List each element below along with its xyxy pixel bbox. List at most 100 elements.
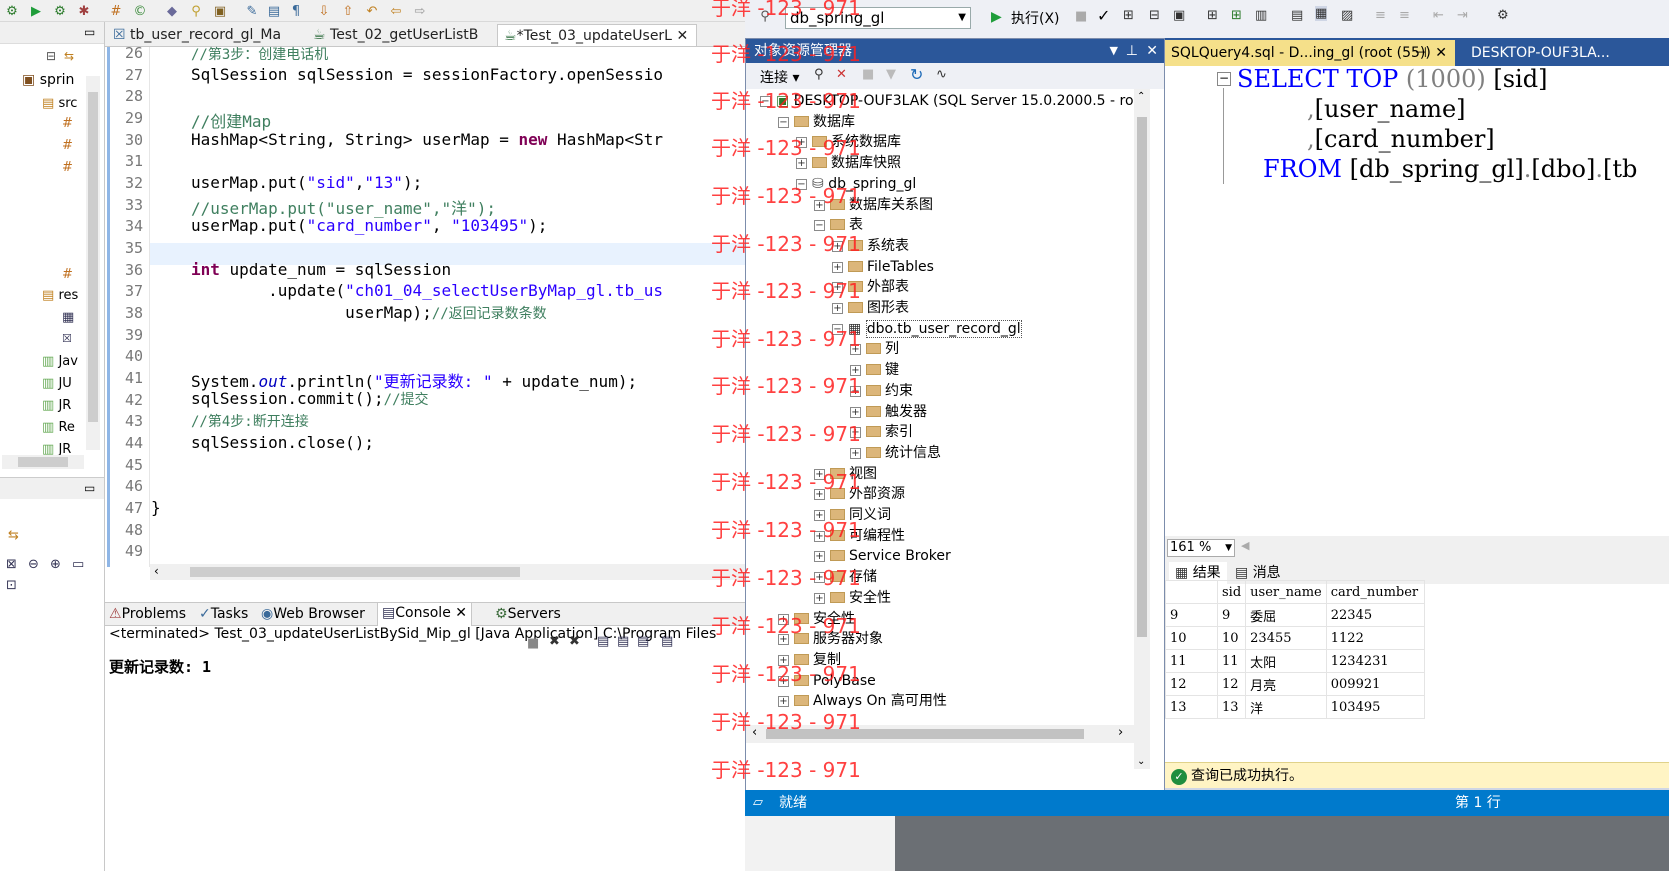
comment-icon[interactable]: ≡ (1375, 8, 1386, 23)
tab-console[interactable]: ▤Console ✕ (377, 603, 472, 626)
results-file-icon[interactable]: ▨ (1341, 8, 1353, 23)
forward-icon[interactable]: ⇨ (412, 4, 428, 20)
decrease-indent-icon[interactable]: ⇤ (1433, 8, 1444, 23)
external-tools-icon[interactable]: ⚙ (52, 4, 68, 20)
tree-node[interactable]: FileTables (848, 257, 934, 277)
library-item[interactable]: ▥ Re (42, 420, 75, 435)
show-whitespace-icon[interactable]: ¶ (288, 4, 304, 20)
grid-cell[interactable]: 009921 (1325, 672, 1425, 696)
collapse-icon[interactable]: − (778, 116, 789, 128)
pin-console-icon[interactable]: ▤ (637, 634, 649, 649)
table-row[interactable]: 12 12 月亮 009921 (1165, 672, 1425, 696)
close-icon[interactable]: ✕ (455, 605, 467, 621)
prev-annotation-icon[interactable]: ⇧ (340, 4, 356, 20)
close-icon[interactable]: ✕ (1435, 40, 1447, 66)
tab-test-02[interactable]: ☕ Test_02_getUserListB (307, 24, 497, 46)
next-annotation-icon[interactable]: ⇩ (316, 4, 332, 20)
library-item[interactable]: ▥ Jav (42, 354, 78, 369)
filter-icon[interactable]: ▼ (886, 67, 896, 82)
intellisense-icon[interactable]: ▣ (1173, 8, 1185, 23)
connect-icon[interactable]: ⚲ (814, 67, 824, 82)
expand-icon[interactable]: + (814, 592, 825, 604)
row-number-cell[interactable]: 13 (1165, 695, 1218, 719)
grid-cell[interactable]: 13 (1216, 695, 1247, 719)
minimize-icon[interactable]: ▭ (84, 25, 95, 39)
increase-indent-icon[interactable]: ⇥ (1457, 8, 1468, 23)
new-package-icon[interactable]: # (108, 4, 124, 20)
tab-tasks[interactable]: ✓Tasks (199, 606, 248, 622)
tab-test-03[interactable]: ☕*Test_03_updateUserL ✕ (497, 24, 697, 46)
zoom-selector[interactable]: 161 % ▼ (1167, 539, 1235, 557)
client-stats-icon[interactable]: ⊞ (1231, 8, 1242, 23)
grid-cell[interactable]: 103495 (1325, 695, 1425, 719)
results-grid[interactable]: sid user_name card_number 9 9 委屈 22345 10 10 2… (1165, 580, 1425, 719)
grid-cell[interactable]: 9 (1216, 603, 1247, 627)
last-edit-icon[interactable]: ↶ (364, 4, 380, 20)
refresh-icon[interactable]: ↻ (910, 65, 923, 84)
results-text-icon[interactable]: ▤ (1291, 8, 1303, 23)
table-row[interactable]: 13 13 洋 103495 (1165, 695, 1425, 719)
back-icon[interactable]: ⇦ (388, 4, 404, 20)
close-icon[interactable]: ✕ (1146, 39, 1158, 63)
zoom-out-icon[interactable]: ⊖ (28, 557, 39, 572)
display-plan-icon[interactable]: ⊞ (1207, 8, 1218, 23)
row-number-cell[interactable]: 9 (1165, 603, 1218, 627)
fit-icon[interactable]: ⊡ (6, 578, 17, 593)
execute-icon[interactable]: ▶ (991, 9, 1002, 25)
column-header[interactable]: sid (1216, 580, 1247, 604)
highlight-icon[interactable]: ▤ (266, 4, 282, 20)
grid-cell[interactable]: 月亮 (1245, 672, 1327, 696)
activity-monitor-icon[interactable]: ∿ (936, 67, 947, 82)
tab-problems[interactable]: ⚠Problems (109, 606, 186, 622)
column-header[interactable]: user_name (1245, 580, 1327, 604)
parse-icon[interactable]: ✓ (1097, 6, 1110, 25)
open-folder-icon[interactable]: ▣ (212, 4, 228, 20)
horizontal-scrollbar[interactable]: ‹ (150, 564, 745, 580)
open-type-icon[interactable]: ◆ (164, 4, 180, 20)
package-icon[interactable]: # (62, 267, 73, 282)
uncomment-icon[interactable]: ≡ (1399, 8, 1410, 23)
zoom-in-icon[interactable]: ⊕ (50, 557, 61, 572)
window-position-icon[interactable]: ▼ (1110, 39, 1118, 63)
terminate-icon[interactable]: ■ (527, 636, 539, 651)
zoom-fit-icon[interactable]: ⊠ (6, 557, 17, 572)
plan-icon[interactable]: ⊞ (1123, 8, 1134, 23)
table-row[interactable]: 11 11 太阳 1234231 (1165, 649, 1425, 673)
tab-sqlquery4[interactable]: SQLQuery4.sql - D...ing_gl (root (55)) ⊣ ✕ (1165, 40, 1455, 66)
grid-cell[interactable]: 10 (1216, 626, 1247, 650)
specify-values-icon[interactable]: ⚙ (1497, 8, 1509, 23)
grid-cell[interactable]: 1122 (1325, 626, 1425, 650)
debug-icon[interactable]: ⚙ (4, 4, 20, 20)
xml-file-icon[interactable]: ☒ (62, 332, 72, 345)
grid-cell[interactable]: 委屈 (1245, 603, 1327, 627)
tab-web-browser[interactable]: ◉Web Browser (261, 606, 365, 622)
expand-icon[interactable]: + (832, 303, 843, 314)
table-row[interactable]: 9 9 委屈 22345 (1165, 603, 1425, 627)
tree-node[interactable]: 索引 (866, 422, 913, 442)
results-grid-icon[interactable]: ▦ (1315, 6, 1328, 21)
tree-node[interactable]: 统计信息 (866, 443, 941, 463)
minimize-icon[interactable]: ▭ (84, 481, 95, 495)
library-item[interactable]: ▥ JR (42, 398, 71, 413)
console-view[interactable]: <terminated> Test_03_updateUserListBySid… (105, 626, 745, 871)
grid-cell[interactable]: 洋 (1245, 695, 1327, 719)
sync-icon[interactable]: ⇆ (8, 528, 19, 543)
vertical-scrollbar[interactable]: ⌃ ⌄ (1134, 89, 1150, 769)
expand-icon[interactable]: + (850, 447, 861, 459)
row-number-cell[interactable]: 10 (1165, 626, 1218, 650)
link-editor-icon[interactable]: ⇆ (64, 49, 74, 63)
grid-cell[interactable]: 11 (1216, 649, 1247, 673)
row-number-cell[interactable]: 12 (1165, 672, 1218, 696)
project-item[interactable]: ▣ sprin (22, 72, 74, 88)
grid-cell[interactable]: 1234231 (1325, 649, 1425, 673)
package-icon[interactable]: # (62, 160, 73, 175)
pin-icon[interactable]: ⊣ (1415, 40, 1427, 66)
tree-node[interactable]: ▦ dbo.tb_user_record_gl (848, 319, 1022, 339)
code-editor[interactable]: 26 27 28 29 30 31 32 33 34 35 36 37 38 3… (105, 44, 745, 602)
pin-icon[interactable]: ⊥ (1126, 39, 1138, 63)
vertical-scrollbar[interactable] (86, 76, 100, 450)
remove-launch-icon[interactable]: ✖ (549, 634, 560, 649)
display-console-icon[interactable]: ▤ (661, 634, 673, 649)
search-icon[interactable]: ⚲ (188, 4, 204, 20)
tree-node[interactable]: 数据库 (794, 112, 855, 132)
